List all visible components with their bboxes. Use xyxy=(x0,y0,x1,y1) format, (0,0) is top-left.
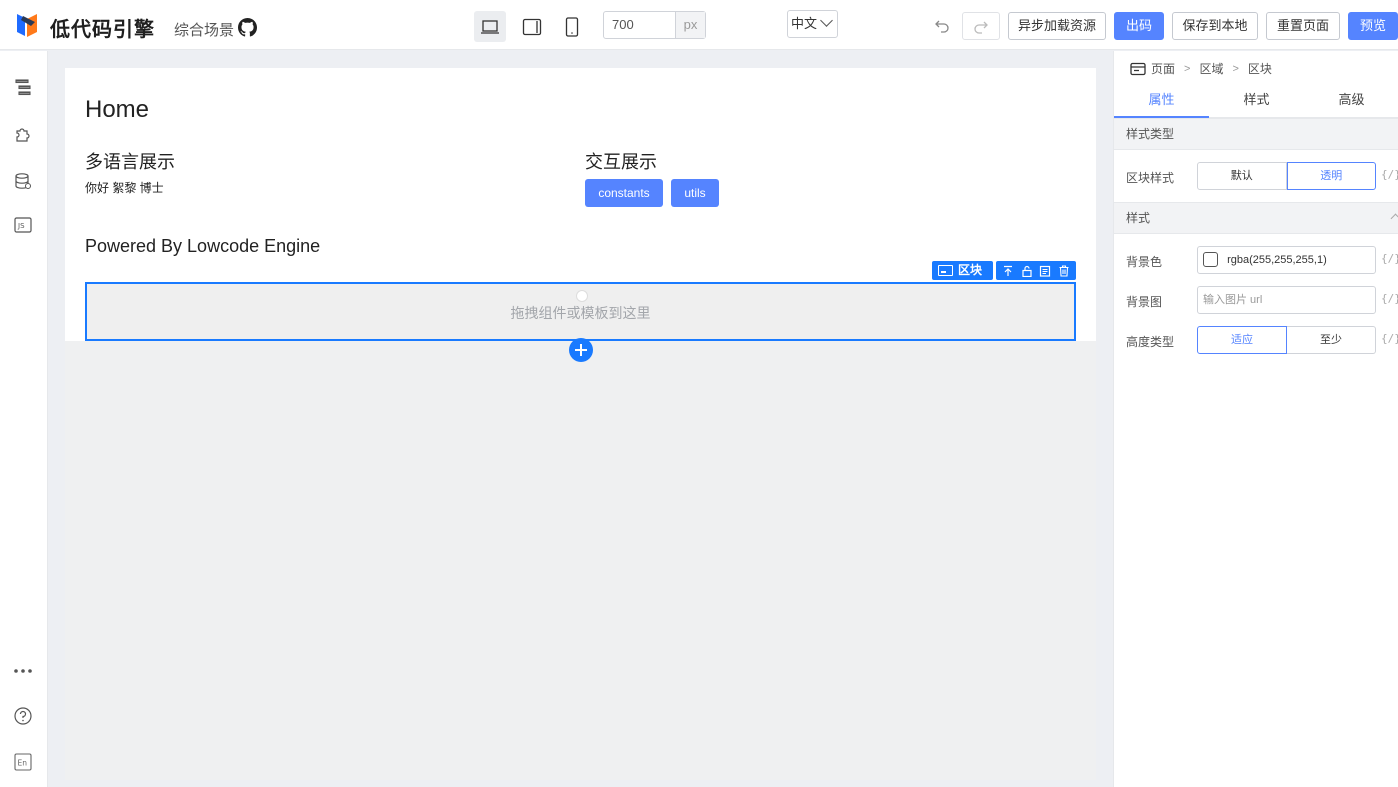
dropzone-hint: 拖拽组件或模板到这里 xyxy=(510,305,651,321)
group-style-title: 样式 xyxy=(1126,211,1151,225)
design-canvas[interactable]: Home 多语言展示 你好 絮黎 博士 交互展示 constants utils… xyxy=(65,68,1096,780)
left-sidebar: JS En xyxy=(0,51,48,787)
canvas-width-unit: px xyxy=(675,12,705,38)
height-type-radio: 适应 至少 xyxy=(1197,326,1376,354)
i18n-text[interactable]: 你好 絮黎 博士 xyxy=(85,179,164,196)
help-icon[interactable] xyxy=(13,706,33,726)
bg-color-value: rgba(255,255,255,1) xyxy=(1227,254,1327,266)
save-local-button[interactable]: 保存到本地 xyxy=(1172,12,1258,40)
selected-component-name: 区块 xyxy=(958,263,983,277)
settings-tabs: 属性 样式 高级 xyxy=(1114,82,1398,118)
locale-value: 中文 xyxy=(791,16,818,31)
lock-icon[interactable] xyxy=(1021,265,1033,277)
copy-icon[interactable] xyxy=(1039,265,1051,277)
block-style-option-default[interactable]: 默认 xyxy=(1197,162,1287,190)
block-style-label: 区块样式 xyxy=(1126,171,1175,185)
delete-icon[interactable] xyxy=(1058,264,1070,277)
svg-text:JS: JS xyxy=(17,222,25,230)
device-phone-button[interactable] xyxy=(556,11,588,42)
chevron-down-icon xyxy=(820,14,833,27)
loading-indicator-icon xyxy=(576,290,588,302)
variable-bind-icon[interactable]: {/} xyxy=(1381,252,1398,265)
tab-advanced[interactable]: 高级 xyxy=(1304,82,1398,117)
page-title[interactable]: Home xyxy=(85,96,149,124)
constants-button[interactable]: constants xyxy=(585,179,663,207)
height-type-option-min[interactable]: 至少 xyxy=(1287,326,1376,354)
breadcrumb-item-page[interactable]: 页面 xyxy=(1151,60,1175,77)
settings-panel: 页面 > 区域 > 区块 属性 样式 高级 样式类型 区块样式 默认 透明 {/… xyxy=(1113,51,1398,787)
group-style-type-title: 样式类型 xyxy=(1126,127,1175,141)
group-style[interactable]: 样式 xyxy=(1114,202,1398,234)
chevron-right-icon: > xyxy=(1232,62,1239,75)
lowcode-logo-icon xyxy=(17,14,37,37)
bg-color-label: 背景色 xyxy=(1126,255,1163,269)
page-root[interactable]: Home 多语言展示 你好 絮黎 博士 交互展示 constants utils… xyxy=(65,68,1096,341)
bg-image-placeholder: 输入图片 url xyxy=(1203,294,1263,306)
reset-page-button[interactable]: 重置页面 xyxy=(1266,12,1340,40)
tablet-icon xyxy=(522,18,542,35)
chevron-up-icon xyxy=(1390,213,1398,224)
tab-styles[interactable]: 样式 xyxy=(1209,82,1304,117)
variable-bind-icon[interactable]: {/} xyxy=(1381,292,1398,305)
device-desktop-button[interactable] xyxy=(474,11,506,42)
color-swatch[interactable] xyxy=(1203,251,1218,267)
locale-select[interactable]: 中文 xyxy=(787,10,838,38)
scene-label: 综合场景 xyxy=(174,22,235,39)
device-tablet-button[interactable] xyxy=(516,11,548,42)
height-type-label: 高度类型 xyxy=(1126,335,1175,349)
undo-icon[interactable] xyxy=(934,17,950,33)
async-load-button[interactable]: 异步加载资源 xyxy=(1008,12,1106,40)
breadcrumb: 页面 > 区域 > 区块 xyxy=(1130,60,1272,77)
height-type-option-fit[interactable]: 适应 xyxy=(1197,326,1287,354)
block-style-option-transparent[interactable]: 透明 xyxy=(1286,162,1376,190)
component-library-icon[interactable] xyxy=(13,124,33,144)
tab-props[interactable]: 属性 xyxy=(1114,82,1209,118)
block-icon xyxy=(938,265,953,276)
canvas-width-input[interactable]: 700 px xyxy=(603,11,706,39)
utils-button[interactable]: utils xyxy=(671,179,719,207)
redo-icon xyxy=(974,21,988,34)
selected-component-tag[interactable]: 区块 xyxy=(932,261,993,280)
github-icon[interactable] xyxy=(238,18,257,37)
move-top-icon[interactable] xyxy=(1002,265,1014,277)
breadcrumb-item-area[interactable]: 区域 xyxy=(1199,60,1223,77)
breadcrumb-item-block[interactable]: 区块 xyxy=(1248,60,1272,77)
page-icon xyxy=(1130,62,1146,75)
bg-color-field[interactable]: rgba(255,255,255,1) xyxy=(1197,246,1376,274)
phone-icon xyxy=(565,16,579,37)
brand-name: 低代码引擎 xyxy=(50,17,155,41)
add-component-icon[interactable] xyxy=(569,338,593,362)
laptop-icon xyxy=(481,19,499,34)
bg-image-input[interactable]: 输入图片 url xyxy=(1197,286,1376,314)
language-en-icon[interactable]: En xyxy=(13,752,33,772)
export-code-button[interactable]: 出码 xyxy=(1114,12,1164,40)
group-style-type[interactable]: 样式类型 xyxy=(1114,118,1398,150)
data-source-icon[interactable] xyxy=(13,171,33,191)
selection-actions xyxy=(996,261,1076,280)
bg-image-label: 背景图 xyxy=(1126,295,1163,309)
selected-block-dropzone[interactable]: 拖拽组件或模板到这里 xyxy=(85,282,1076,341)
more-icon[interactable] xyxy=(13,661,33,681)
chevron-right-icon: > xyxy=(1184,62,1191,75)
top-bar: 低代码引擎 综合场景 700 px 中文 异步加载资源 出码 保存到本地 重置页… xyxy=(0,0,1398,50)
variable-bind-icon[interactable]: {/} xyxy=(1381,168,1398,181)
interaction-section-title[interactable]: 交互展示 xyxy=(585,148,657,174)
variable-bind-icon[interactable]: {/} xyxy=(1381,332,1398,345)
redo-button[interactable] xyxy=(962,12,1000,40)
svg-text:En: En xyxy=(18,759,28,768)
preview-button[interactable]: 预览 xyxy=(1348,12,1398,40)
powered-by-text[interactable]: Powered By Lowcode Engine xyxy=(85,236,320,257)
block-style-radio: 默认 透明 xyxy=(1197,162,1376,190)
i18n-section-title[interactable]: 多语言展示 xyxy=(85,148,175,174)
outline-tree-icon[interactable] xyxy=(13,77,33,97)
canvas-width-value[interactable]: 700 xyxy=(604,12,675,38)
code-js-icon[interactable]: JS xyxy=(13,215,33,235)
